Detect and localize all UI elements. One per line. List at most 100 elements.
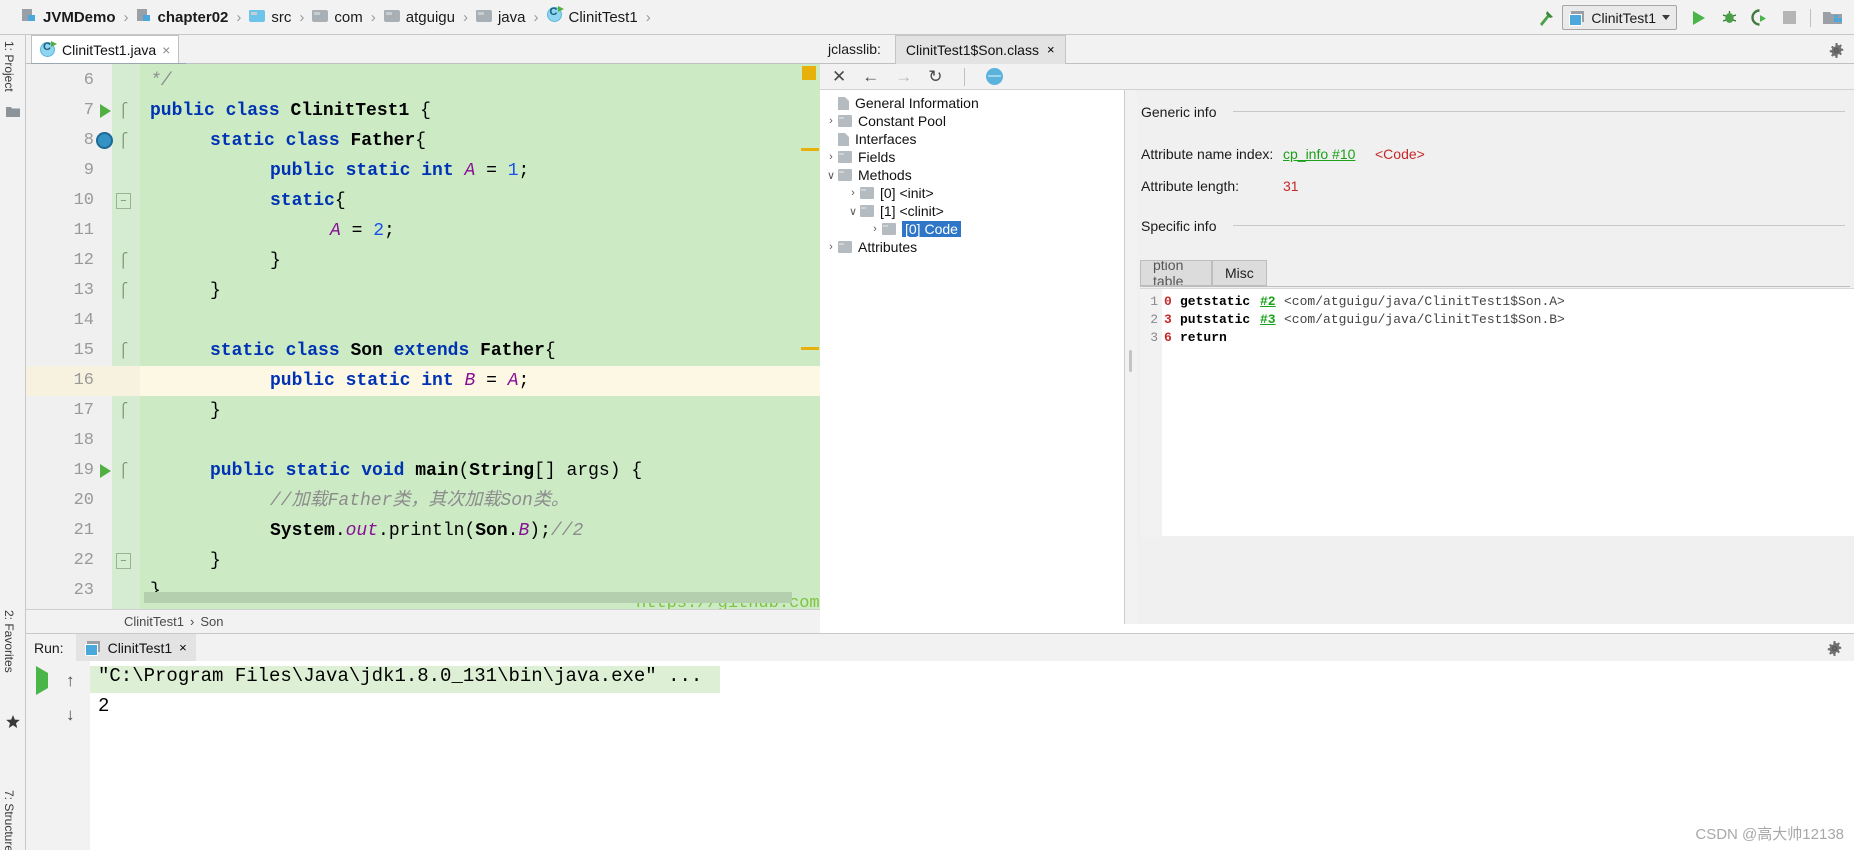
code-line[interactable]: public static void main(String[] args) {: [210, 456, 642, 486]
gear-icon[interactable]: [1829, 43, 1844, 58]
project-panel-icon[interactable]: [6, 105, 20, 119]
code-line[interactable]: */: [150, 66, 172, 96]
specific-info-tab[interactable]: Misc: [1212, 260, 1267, 286]
gutter-breakpoint-icon[interactable]: [96, 132, 113, 149]
gear-icon[interactable]: [1827, 641, 1842, 656]
code-line[interactable]: static{: [270, 186, 346, 216]
code-line[interactable]: static class Son extends Father{: [210, 336, 556, 366]
specific-info-tab[interactable]: ption table: [1140, 260, 1212, 286]
editor-horizontal-scrollbar[interactable]: [144, 592, 792, 603]
bytecode-listing[interactable]: 1 0 getstatic #2 <com/atguigu/java/ClinitTes…: [1140, 288, 1854, 537]
code-editor[interactable]: 6 */7 ⎧ public class ClinitTest1 {8 ⎧ static …: [26, 64, 820, 609]
project-structure-button[interactable]: [1818, 5, 1846, 31]
code-line[interactable]: A = 2;: [330, 216, 395, 246]
tree-node[interactable]: › Fields: [820, 148, 1124, 166]
fold-marker-icon[interactable]: ⎧: [118, 252, 130, 268]
sidebar-tab-favorites[interactable]: 2: Favorites: [2, 610, 16, 673]
breadcrumb-item-src[interactable]: src: [249, 9, 291, 26]
bytecode-constant-ref[interactable]: #2: [1260, 294, 1276, 309]
chevron-right-icon[interactable]: ›: [824, 151, 838, 163]
bytecode-row[interactable]: 2 3 putstatic #3 <com/atguigu/java/ClinitTes…: [1140, 312, 1854, 330]
fold-marker-icon[interactable]: ⎧: [118, 102, 130, 118]
tree-node[interactable]: › [0] Code: [820, 220, 1124, 238]
breadcrumb-item-java[interactable]: java: [475, 9, 526, 26]
debug-button[interactable]: [1715, 5, 1743, 31]
fold-marker-icon[interactable]: ⎧: [118, 282, 130, 298]
editor-warning-stripe-1[interactable]: [801, 148, 819, 151]
run-configuration-selector[interactable]: ClinitTest1: [1562, 5, 1677, 30]
chevron-down-icon[interactable]: ∨: [824, 169, 838, 182]
breadcrumb-item-com[interactable]: com: [312, 9, 363, 26]
fold-marker-icon[interactable]: ⎧: [118, 402, 130, 418]
fold-marker-icon[interactable]: ⎧: [118, 462, 130, 478]
gutter-run-icon[interactable]: [100, 464, 111, 478]
splitter-handle[interactable]: [1129, 350, 1132, 372]
editor-tab-clinittest1[interactable]: C ClinitTest1.java ×: [31, 35, 180, 64]
code-line[interactable]: public static int B = A;: [270, 366, 529, 396]
globe-icon[interactable]: [985, 68, 1003, 85]
breadcrumb-item-chapter02[interactable]: chapter02: [136, 8, 228, 26]
scroll-up-icon[interactable]: ↑: [66, 671, 75, 691]
code-line[interactable]: }: [270, 246, 281, 276]
editor-breadcrumb-class[interactable]: ClinitTest1: [124, 614, 184, 629]
gutter-run-icon[interactable]: [100, 104, 111, 118]
editor-warning-stripe-2[interactable]: [801, 347, 819, 350]
code-line[interactable]: static class Father{: [210, 126, 426, 156]
editor-breadcrumb-member[interactable]: Son: [200, 614, 223, 629]
code-line[interactable]: }: [210, 396, 221, 426]
tree-node[interactable]: › Constant Pool: [820, 112, 1124, 130]
fold-marker-icon[interactable]: ⎧: [118, 342, 130, 358]
jclasslib-splitter[interactable]: [1125, 90, 1137, 624]
bytecode-row[interactable]: 3 6 return: [1140, 330, 1854, 348]
run-console[interactable]: "C:\Program Files\Java\jdk1.8.0_131\bin\…: [90, 661, 1854, 850]
fold-collapse-icon[interactable]: −: [116, 193, 131, 209]
attribute-name-index-value[interactable]: cp_info #10: [1283, 146, 1355, 162]
tree-node[interactable]: ∨ [1] <clinit>: [820, 202, 1124, 220]
tree-node[interactable]: ∨ Methods: [820, 166, 1124, 184]
breadcrumb-item-jvmdemo[interactable]: JVMDemo: [22, 8, 116, 26]
run-panel-tab[interactable]: ClinitTest1 ×: [75, 634, 196, 661]
tree-node[interactable]: › [0] <init>: [820, 184, 1124, 202]
bytecode-constant-ref[interactable]: #3: [1260, 312, 1276, 327]
build-hammer-icon[interactable]: [1532, 5, 1560, 31]
fold-collapse-icon[interactable]: −: [116, 553, 131, 569]
run-button[interactable]: [1685, 5, 1713, 31]
chevron-down-icon[interactable]: [1662, 15, 1670, 20]
forward-arrow-icon[interactable]: →: [895, 68, 912, 85]
breadcrumb-item-atguigu[interactable]: atguigu: [383, 9, 455, 26]
editor-error-stripe[interactable]: [802, 66, 816, 80]
code-line[interactable]: public static int A = 1;: [270, 156, 529, 186]
jclasslib-tab[interactable]: ClinitTest1$Son.class ×: [894, 34, 1066, 64]
close-icon[interactable]: ×: [179, 640, 187, 655]
favorites-star-icon[interactable]: [6, 715, 20, 729]
reload-icon[interactable]: ↻: [928, 68, 942, 85]
tree-node[interactable]: Interfaces: [820, 130, 1124, 148]
chevron-right-icon[interactable]: ›: [824, 115, 838, 127]
sidebar-tab-project[interactable]: 1: Project: [2, 41, 16, 92]
code-line[interactable]: //加载Father类，其次加载Son类。: [270, 486, 569, 516]
bytecode-row[interactable]: 1 0 getstatic #2 <com/atguigu/java/ClinitTes…: [1140, 294, 1854, 312]
chevron-right-icon[interactable]: ›: [846, 187, 860, 199]
specific-info-tabs[interactable]: ption table Misc: [1140, 259, 1267, 286]
close-icon[interactable]: ✕: [832, 68, 846, 85]
stop-button[interactable]: [1775, 5, 1803, 31]
breadcrumb-item-clinittest1[interactable]: C ClinitTest1: [546, 6, 638, 27]
tree-node[interactable]: › Attributes: [820, 238, 1124, 256]
run-with-coverage-button[interactable]: [1745, 5, 1773, 31]
back-arrow-icon[interactable]: ←: [862, 68, 879, 85]
chevron-right-icon[interactable]: ›: [824, 241, 838, 253]
scroll-down-icon[interactable]: ↓: [66, 705, 75, 725]
code-line[interactable]: System.out.println(Son.B);//2: [270, 516, 583, 546]
rerun-icon[interactable]: [36, 666, 48, 695]
code-line[interactable]: }: [210, 276, 221, 306]
chevron-down-icon[interactable]: ∨: [846, 205, 860, 218]
sidebar-tab-structure[interactable]: 7: Structure: [2, 790, 16, 850]
tree-node[interactable]: General Information: [820, 94, 1124, 112]
chevron-right-icon[interactable]: ›: [868, 223, 882, 235]
code-line[interactable]: public class ClinitTest1 {: [150, 96, 431, 126]
fold-marker-icon[interactable]: ⎧: [118, 132, 130, 148]
jclasslib-tree[interactable]: General Information › Constant Pool Interfa…: [820, 90, 1125, 624]
close-icon[interactable]: ×: [1047, 42, 1055, 57]
close-icon[interactable]: ×: [162, 42, 170, 58]
code-line[interactable]: }: [210, 546, 221, 576]
